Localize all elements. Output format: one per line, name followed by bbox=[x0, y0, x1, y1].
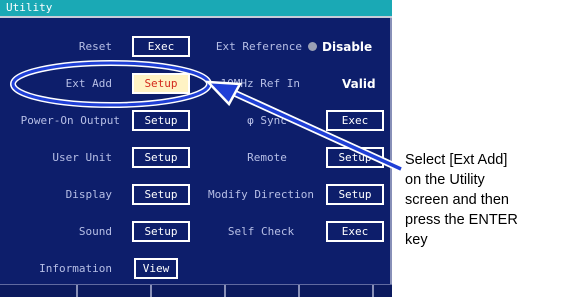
user-unit-label: User Unit bbox=[52, 151, 112, 164]
instruction-caption: Select [Ext Add] on the Utility screen a… bbox=[405, 150, 565, 250]
modify-direction-setup-button[interactable]: Setup bbox=[326, 184, 384, 205]
softkey-1[interactable] bbox=[0, 285, 78, 297]
softkey-2[interactable] bbox=[78, 285, 152, 297]
user-unit-setup-button[interactable]: Setup bbox=[132, 147, 190, 168]
information-view-button[interactable]: View bbox=[134, 258, 178, 279]
caption-line: screen and then bbox=[405, 192, 509, 208]
modify-direction-label: Modify Direction bbox=[208, 188, 314, 201]
reset-label: Reset bbox=[78, 40, 112, 53]
caption-line: key bbox=[405, 232, 428, 248]
information-label: Information bbox=[39, 262, 112, 275]
caption-line: press the ENTER bbox=[405, 212, 518, 228]
phase-sync-label: φ Sync bbox=[247, 114, 287, 127]
caption-line: Select [Ext Add] bbox=[405, 152, 508, 168]
remote-label: Remote bbox=[247, 151, 287, 164]
power-on-output-label: Power-On Output bbox=[20, 114, 120, 127]
power-on-output-setup-button[interactable]: Setup bbox=[132, 110, 190, 131]
reset-exec-button[interactable]: Exec bbox=[132, 36, 190, 57]
self-check-label: Self Check bbox=[227, 225, 295, 238]
ref-in-value: Valid bbox=[342, 77, 376, 91]
status-dot-icon bbox=[308, 42, 317, 51]
ext-reference-label: Ext Reference bbox=[215, 40, 302, 53]
caption-line: on the Utility bbox=[405, 172, 485, 188]
softkey-5[interactable] bbox=[300, 285, 374, 297]
utility-screen: Utility Reset Exec Ext Add Setup Power-O… bbox=[0, 0, 392, 297]
phase-sync-exec-button[interactable]: Exec bbox=[326, 110, 384, 131]
self-check-exec-button[interactable]: Exec bbox=[326, 221, 384, 242]
display-setup-button[interactable]: Setup bbox=[132, 184, 190, 205]
sound-setup-button[interactable]: Setup bbox=[132, 221, 190, 242]
title-bar: Utility bbox=[0, 0, 392, 18]
softkey-4[interactable] bbox=[226, 285, 300, 297]
ref-in-label: 10MHz Ref In bbox=[220, 77, 300, 90]
display-label: Display bbox=[65, 188, 112, 201]
ext-add-setup-button[interactable]: Setup bbox=[132, 73, 190, 94]
softkey-bar bbox=[0, 284, 392, 297]
softkey-3[interactable] bbox=[152, 285, 226, 297]
ext-add-label: Ext Add bbox=[65, 77, 112, 90]
ext-reference-value: Disable bbox=[322, 40, 373, 54]
remote-setup-button[interactable]: Setup bbox=[326, 147, 384, 168]
sound-label: Sound bbox=[78, 225, 112, 238]
window-title: Utility bbox=[6, 1, 53, 14]
